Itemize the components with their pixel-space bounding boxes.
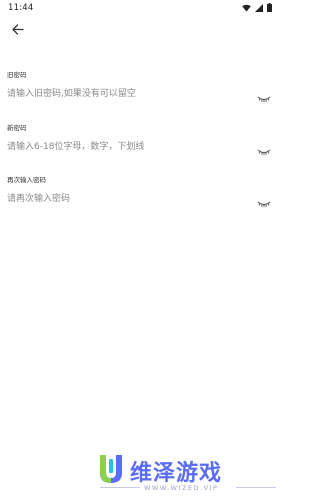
new-password-row	[7, 137, 273, 159]
watermark-logo-icon	[96, 453, 126, 491]
eye-closed-icon[interactable]	[257, 194, 271, 208]
watermark-divider	[236, 487, 276, 488]
confirm-password-input[interactable]	[7, 189, 242, 209]
confirm-password-row	[7, 189, 273, 211]
status-bar: 11:44	[0, 0, 281, 16]
back-button[interactable]	[9, 21, 27, 37]
confirm-password-label: 再次输入密码	[7, 176, 46, 184]
battery-icon	[267, 3, 272, 15]
old-password-row	[7, 84, 273, 106]
watermark-subtitle: WWW.WIZED.VIP	[144, 484, 219, 492]
eye-closed-icon[interactable]	[257, 142, 271, 156]
watermark-divider	[100, 487, 140, 488]
status-icons	[242, 3, 272, 15]
eye-closed-icon[interactable]	[257, 89, 271, 103]
old-password-label: 旧密码	[7, 71, 27, 79]
watermark-title: 维泽游戏	[130, 461, 223, 486]
old-password-input[interactable]	[7, 84, 242, 104]
arrow-left-icon	[12, 20, 24, 39]
signal-icon	[255, 3, 263, 15]
new-password-input[interactable]	[7, 137, 242, 157]
wifi-icon	[242, 4, 251, 15]
new-password-label: 新密码	[7, 124, 27, 132]
watermark-logo: 维泽游戏 WWW.WIZED.VIP	[96, 450, 276, 498]
status-time: 11:44	[8, 3, 34, 13]
